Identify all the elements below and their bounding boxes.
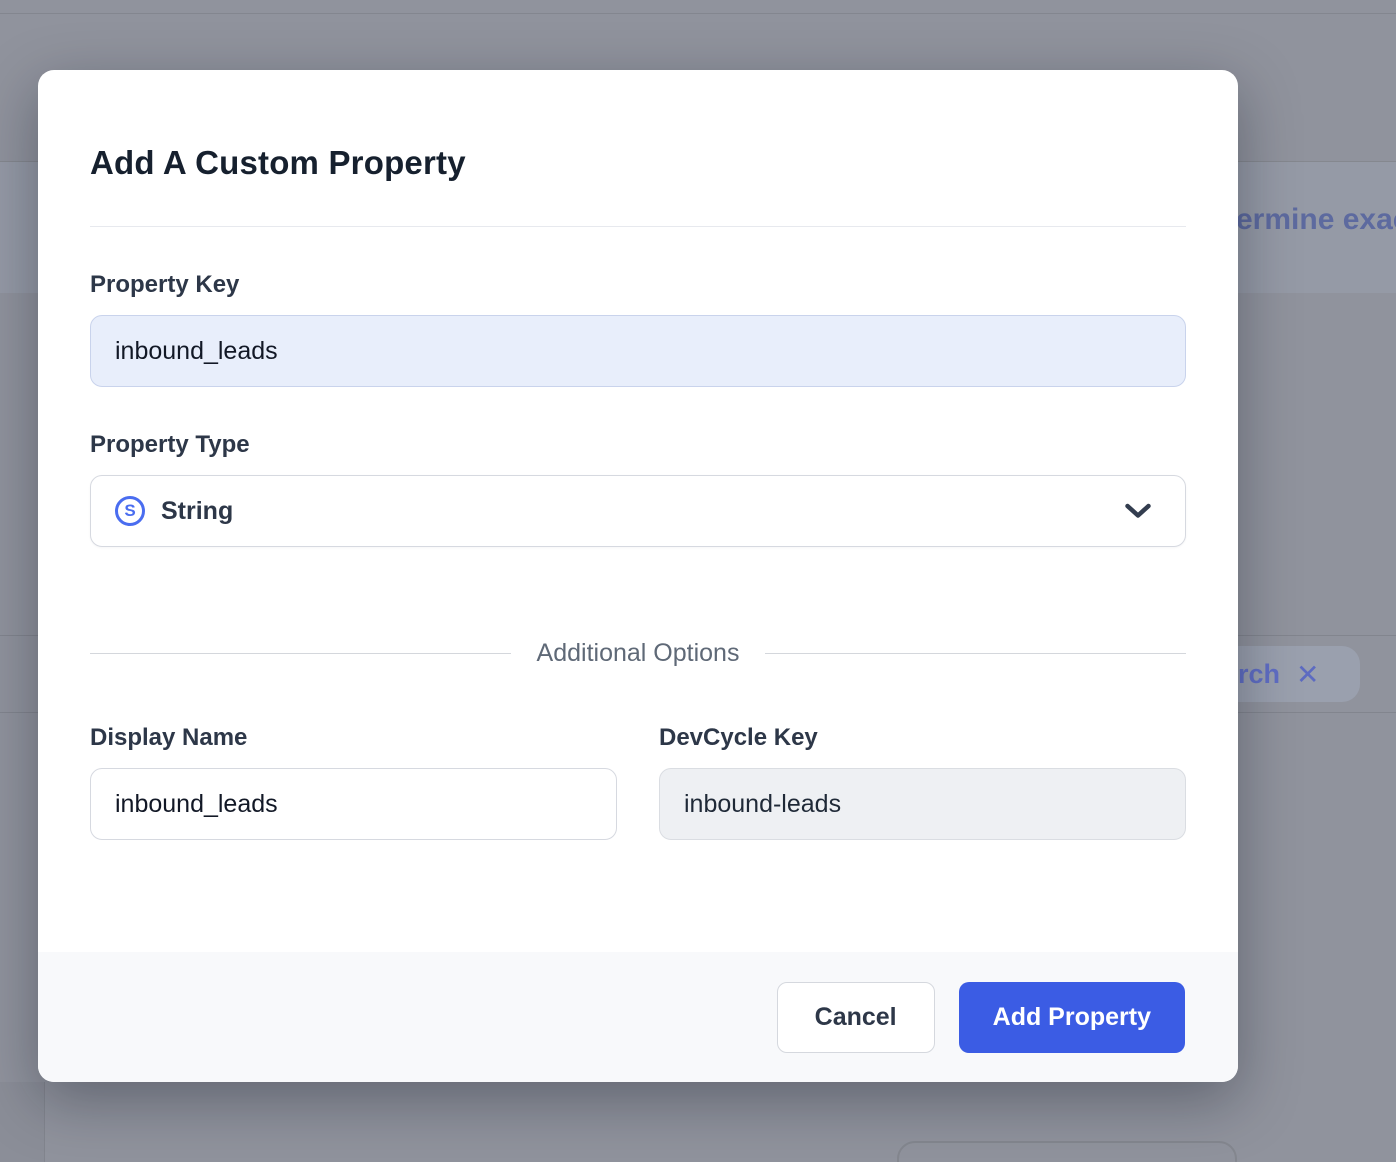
background-partial-text: ermine exact xyxy=(1236,203,1396,237)
display-name-field: Display Name xyxy=(90,724,617,840)
background-chip-label: rch xyxy=(1238,659,1280,690)
background-sidebar-edge xyxy=(0,1082,45,1162)
display-name-input[interactable] xyxy=(90,768,617,840)
additional-options-divider: Additional Options xyxy=(90,639,1186,668)
display-name-label: Display Name xyxy=(90,724,617,752)
property-type-select[interactable]: S String xyxy=(90,475,1186,547)
devcycle-key-label: DevCycle Key xyxy=(659,724,1186,752)
additional-options-label: Additional Options xyxy=(537,639,740,668)
devcycle-key-field: DevCycle Key xyxy=(659,724,1186,840)
property-type-value: String xyxy=(161,497,233,526)
title-divider xyxy=(90,226,1186,227)
dialog-body: Add A Custom Property Property Key Prope… xyxy=(38,70,1238,952)
add-custom-property-dialog: Add A Custom Property Property Key Prope… xyxy=(38,70,1238,1082)
background-button-outline xyxy=(897,1141,1237,1162)
close-icon: ✕ xyxy=(1296,658,1319,691)
cancel-button[interactable]: Cancel xyxy=(777,982,935,1053)
string-type-icon: S xyxy=(115,496,145,526)
dialog-footer: Cancel Add Property xyxy=(38,952,1238,1082)
property-key-input[interactable] xyxy=(90,315,1186,387)
property-type-label: Property Type xyxy=(90,431,1186,459)
devcycle-key-input xyxy=(659,768,1186,840)
background-divider-top xyxy=(0,13,1396,14)
additional-options-fields: Display Name DevCycle Key xyxy=(90,724,1186,840)
dialog-title: Add A Custom Property xyxy=(90,144,1186,182)
property-key-label: Property Key xyxy=(90,271,1186,299)
chevron-down-icon xyxy=(1125,503,1151,519)
add-property-button[interactable]: Add Property xyxy=(959,982,1185,1053)
